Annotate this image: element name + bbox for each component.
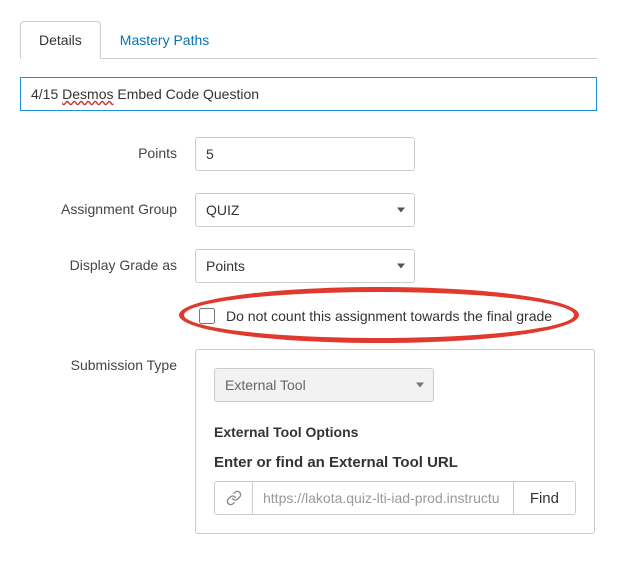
do-not-count-label: Do not count this assignment towards the… [226, 308, 552, 324]
submission-type-box: External Tool External Tool Options Ente… [195, 349, 595, 534]
display-grade-select[interactable]: Points [195, 249, 415, 283]
tab-details[interactable]: Details [20, 21, 101, 59]
assignment-group-select[interactable]: QUIZ [195, 193, 415, 227]
tabs: Details Mastery Paths [20, 20, 597, 59]
points-input[interactable] [195, 137, 415, 171]
title-pre: 4/15 [31, 86, 62, 102]
title-spell: Desmos [62, 86, 113, 102]
points-label: Points [20, 137, 195, 161]
find-button[interactable]: Find [513, 482, 575, 514]
submission-type-label: Submission Type [20, 349, 195, 373]
external-tool-url-title: Enter or find an External Tool URL [214, 454, 576, 471]
do-not-count-wrap [195, 305, 218, 327]
external-tool-options-title: External Tool Options [214, 424, 576, 440]
assignment-group-label: Assignment Group [20, 193, 195, 217]
link-icon [215, 482, 253, 514]
submission-type-select[interactable]: External Tool [214, 368, 434, 402]
title-post: Embed Code Question [114, 86, 260, 102]
do-not-count-checkbox[interactable] [199, 308, 215, 324]
external-tool-url-input[interactable] [253, 482, 513, 514]
assignment-title-input[interactable]: 4/15 Desmos Embed Code Question [20, 77, 597, 111]
tab-mastery-paths[interactable]: Mastery Paths [101, 21, 228, 59]
display-grade-label: Display Grade as [20, 249, 195, 273]
